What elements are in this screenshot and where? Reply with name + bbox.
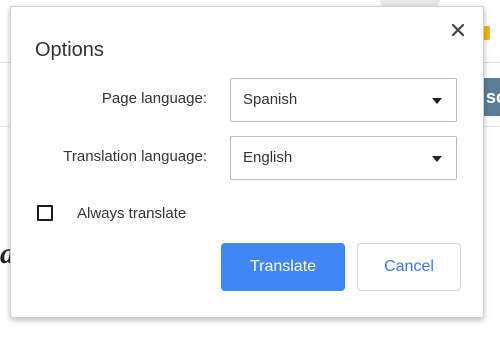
- always-translate-checkbox[interactable]: [37, 205, 53, 221]
- chevron-down-icon: [432, 156, 442, 162]
- chevron-down-icon: [432, 98, 442, 104]
- translation-language-select[interactable]: English: [230, 136, 457, 180]
- page-language-select[interactable]: Spanish: [230, 78, 457, 122]
- dialog-title: Options: [35, 39, 104, 61]
- translation-language-value: English: [243, 149, 293, 166]
- close-button[interactable]: [449, 21, 467, 39]
- translate-button[interactable]: Translate: [221, 243, 345, 291]
- cancel-button[interactable]: Cancel: [357, 243, 461, 291]
- close-icon: [451, 23, 465, 37]
- always-translate-option[interactable]: Always translate: [37, 203, 186, 223]
- page-language-value: Spanish: [243, 91, 298, 108]
- translate-options-dialog: Options Page language: Spanish Translati…: [10, 6, 484, 318]
- page-language-label: Page language:: [101, 90, 207, 107]
- always-translate-label: Always translate: [77, 204, 187, 222]
- translation-language-label: Translation language:: [63, 148, 207, 165]
- background-button[interactable]: sc: [484, 78, 500, 116]
